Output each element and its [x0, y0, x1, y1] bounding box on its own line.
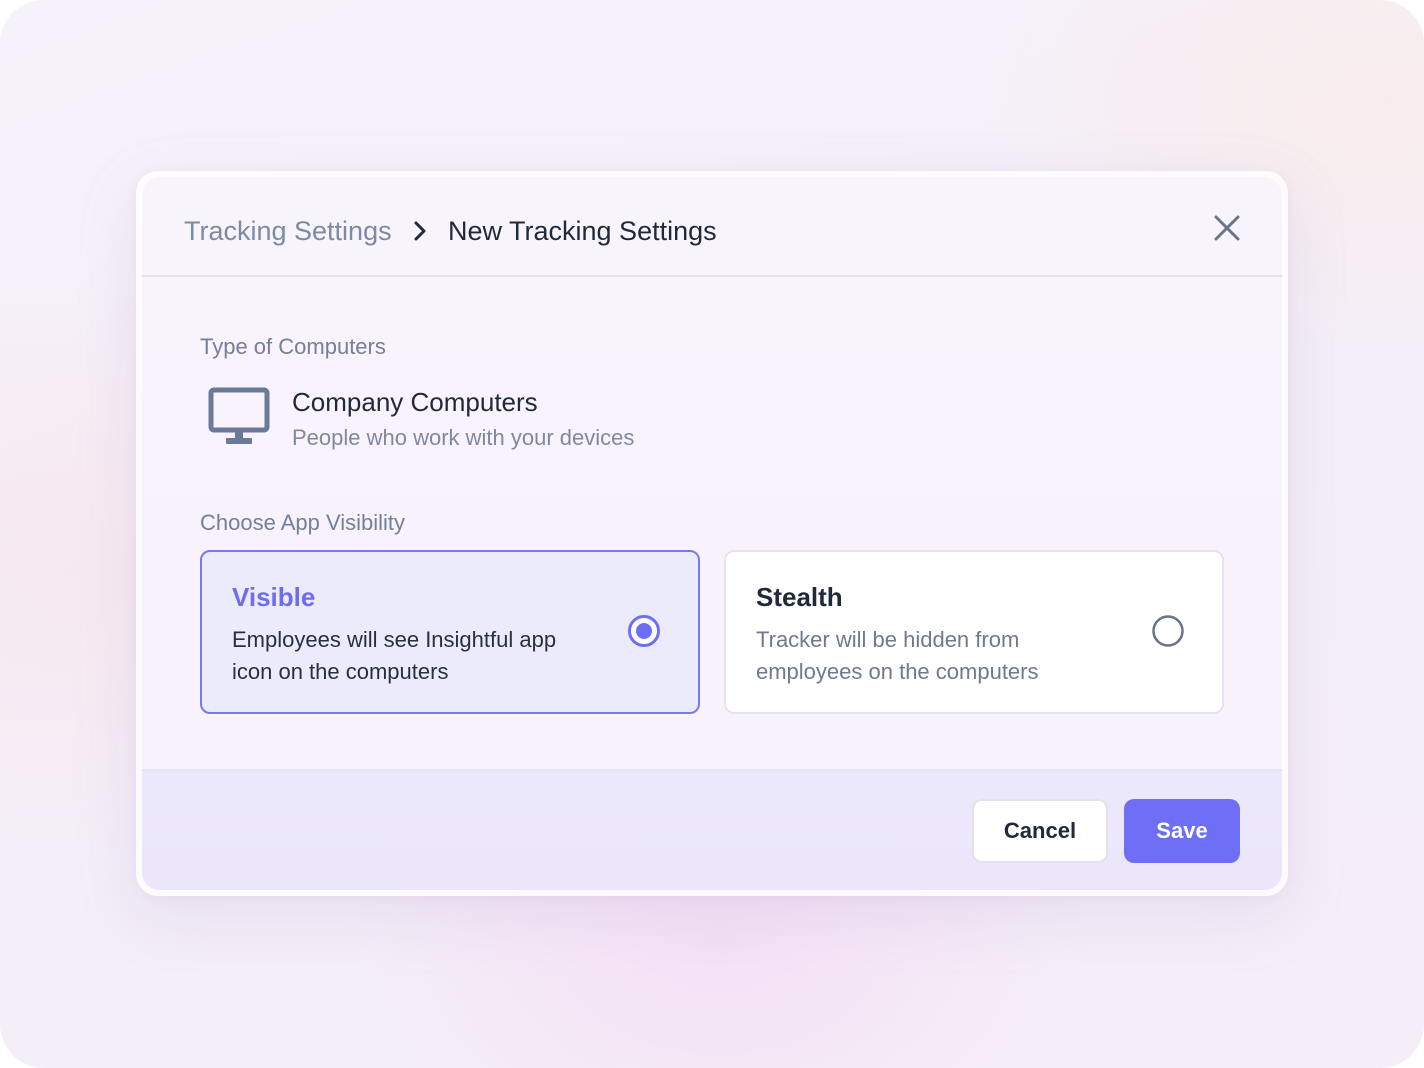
- tracking-settings-dialog: Tracking Settings New Tracking Settings …: [142, 177, 1282, 890]
- computer-type-subtitle: People who work with your devices: [292, 425, 635, 450]
- dialog-header: Tracking Settings New Tracking Settings: [142, 177, 1282, 277]
- close-icon[interactable]: [1210, 211, 1244, 245]
- chevron-right-icon: [414, 221, 426, 241]
- visible-option-title: Visible: [232, 582, 316, 612]
- stealth-radio-unselected[interactable]: [1151, 614, 1185, 648]
- visibility-label: Choose App Visibility: [200, 510, 406, 535]
- save-button[interactable]: Save: [1124, 799, 1240, 863]
- stealth-option-description: Tracker will be hidden from employees on…: [756, 627, 1039, 684]
- dialog-frame: Tracking Settings New Tracking Settings …: [136, 171, 1288, 896]
- monitor-icon: [208, 387, 270, 444]
- app-background: Tracking Settings New Tracking Settings …: [0, 0, 1424, 1068]
- breadcrumb-parent-link[interactable]: Tracking Settings: [184, 211, 392, 251]
- dialog-footer: Cancel Save: [142, 769, 1282, 890]
- visible-radio-selected[interactable]: [627, 614, 661, 648]
- visible-option-card[interactable]: Visible Employees will see Insightful ap…: [200, 550, 700, 714]
- stealth-option-title: Stealth: [756, 582, 843, 612]
- cancel-button[interactable]: Cancel: [972, 799, 1108, 863]
- stealth-option-card[interactable]: Stealth Tracker will be hidden from empl…: [724, 550, 1224, 714]
- computer-type-title: Company Computers: [292, 387, 538, 417]
- visible-option-description: Employees will see Insightful app icon o…: [232, 627, 557, 684]
- computer-type-label: Type of Computers: [200, 334, 386, 359]
- breadcrumb-current: New Tracking Settings: [448, 216, 717, 246]
